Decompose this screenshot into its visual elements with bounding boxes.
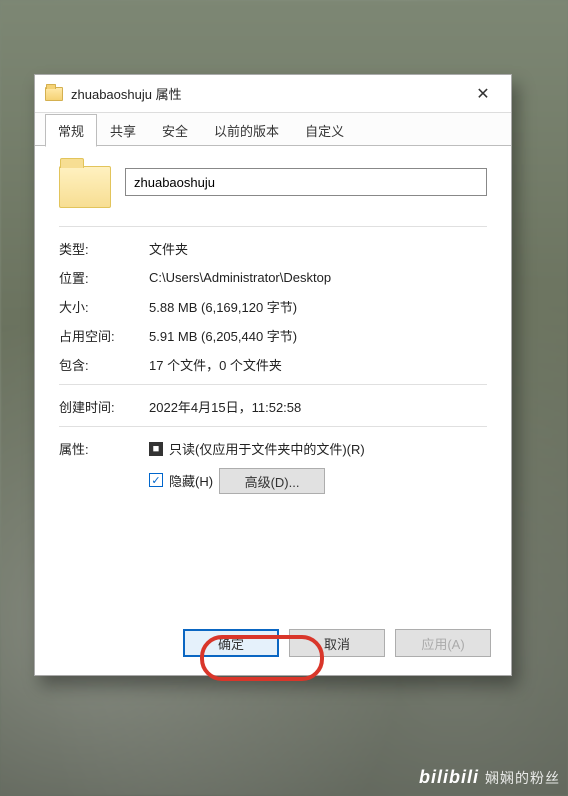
- tab-security[interactable]: 安全: [149, 114, 201, 147]
- properties-dialog: zhuabaoshuju 属性 ✕ 常规 共享 安全 以前的版本 自定义 类型:…: [34, 74, 512, 676]
- contains-value: 17 个文件，0 个文件夹: [149, 355, 487, 374]
- titlebar[interactable]: zhuabaoshuju 属性 ✕: [35, 75, 511, 113]
- checkbox-checked-icon: ✓: [149, 473, 163, 487]
- watermark: bilibili 娴娴的粉丝: [419, 767, 560, 788]
- hidden-checkbox-row[interactable]: ✓ 隐藏(H) 高级(D)...: [149, 466, 487, 494]
- created-value: 2022年4月15日，11:52:58: [149, 397, 487, 416]
- contains-label: 包含:: [59, 355, 149, 374]
- tab-general[interactable]: 常规: [45, 114, 97, 147]
- tabs: 常规 共享 安全 以前的版本 自定义: [35, 113, 511, 146]
- tab-customize[interactable]: 自定义: [292, 114, 357, 147]
- bilibili-logo: bilibili: [419, 767, 479, 788]
- location-label: 位置:: [59, 268, 149, 287]
- location-value: C:\Users\Administrator\Desktop: [149, 270, 487, 285]
- created-label: 创建时间:: [59, 397, 149, 416]
- window-title: zhuabaoshuju 属性: [71, 84, 461, 103]
- folder-large-icon: [59, 166, 111, 208]
- folder-icon: [45, 87, 63, 101]
- type-label: 类型:: [59, 239, 149, 258]
- size-value: 5.88 MB (6,169,120 字节): [149, 297, 487, 316]
- tab-sharing[interactable]: 共享: [97, 114, 149, 147]
- checkbox-indeterminate-icon: ■: [149, 442, 163, 456]
- tab-previous-versions[interactable]: 以前的版本: [201, 114, 292, 147]
- readonly-checkbox-row[interactable]: ■ 只读(仅应用于文件夹中的文件)(R): [149, 439, 487, 458]
- watermark-text: 娴娴的粉丝: [485, 768, 560, 788]
- cancel-button[interactable]: 取消: [289, 629, 385, 657]
- attributes-label: 属性:: [59, 439, 149, 458]
- size-on-disk-label: 占用空间:: [59, 326, 149, 345]
- dialog-button-bar: 确定 取消 应用(A): [35, 629, 511, 675]
- apply-button[interactable]: 应用(A): [395, 629, 491, 657]
- size-on-disk-value: 5.91 MB (6,205,440 字节): [149, 326, 487, 345]
- close-button[interactable]: ✕: [461, 79, 505, 109]
- ok-button[interactable]: 确定: [183, 629, 279, 657]
- type-value: 文件夹: [149, 239, 487, 258]
- hidden-checkbox-label: 隐藏(H): [169, 471, 213, 490]
- readonly-checkbox-label: 只读(仅应用于文件夹中的文件)(R): [169, 439, 365, 458]
- advanced-button[interactable]: 高级(D)...: [219, 468, 325, 494]
- close-icon: ✕: [476, 84, 489, 104]
- tab-content-general: 类型: 文件夹 位置: C:\Users\Administrator\Deskt…: [35, 146, 511, 629]
- folder-name-input[interactable]: [125, 168, 487, 196]
- size-label: 大小:: [59, 297, 149, 316]
